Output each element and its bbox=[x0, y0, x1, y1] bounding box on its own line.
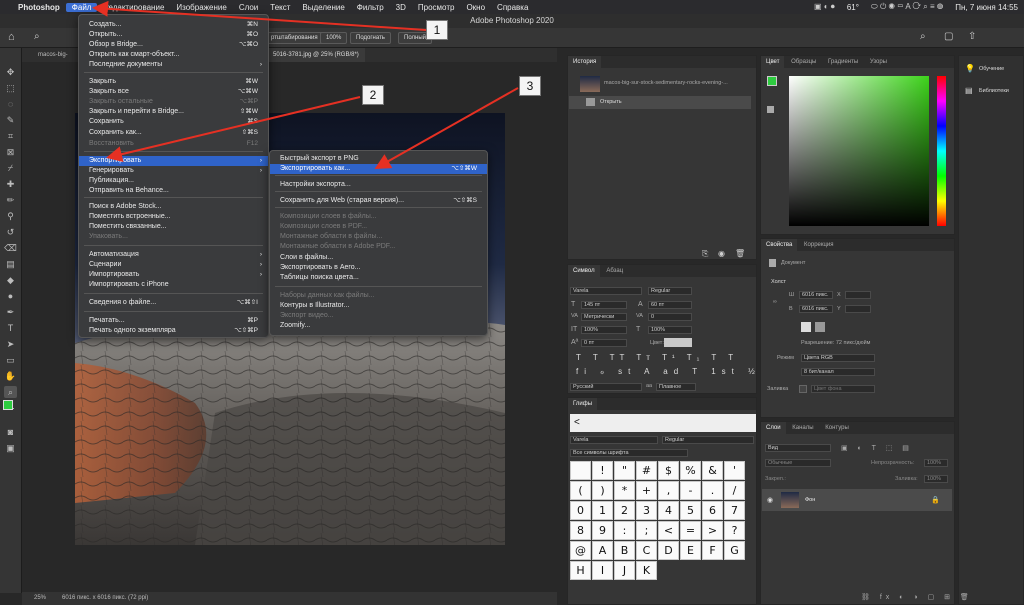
arrow-1 bbox=[92, 0, 427, 31]
arrow-3 bbox=[374, 87, 519, 169]
callout-3: 3 bbox=[519, 76, 541, 96]
annotation-arrows bbox=[92, 0, 519, 169]
callout-1: 1 bbox=[426, 20, 448, 40]
arrow-2 bbox=[106, 96, 361, 162]
callout-2: 2 bbox=[362, 85, 384, 105]
